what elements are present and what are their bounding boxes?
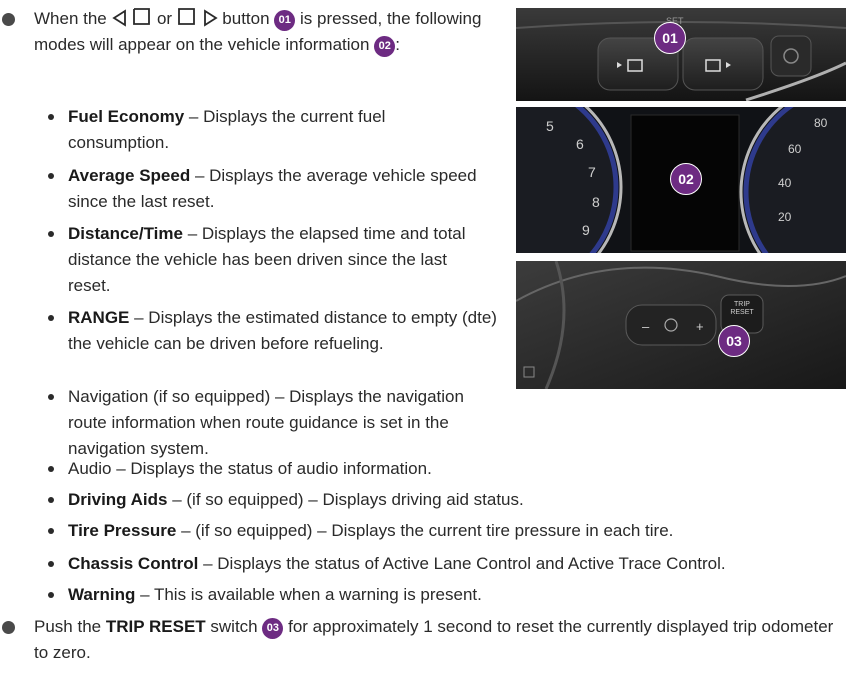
speed-40: 40 [778, 176, 792, 190]
mode-item-audio: Audio – Displays the status of audio inf… [48, 456, 808, 482]
bullet-main-2 [2, 621, 15, 634]
trip-reset-paragraph: Push the TRIP RESET switch 03 for approx… [34, 617, 834, 662]
tach-9: 9 [582, 222, 590, 238]
mode-item-fuel-economy: Fuel Economy – Displays the current fuel… [48, 104, 468, 156]
svg-text:–: – [642, 319, 650, 334]
photo-trip-reset: – + TRIP RESET 03 [516, 261, 846, 389]
tach-8: 8 [592, 194, 600, 210]
display-right-icon [177, 8, 195, 25]
speed-20: 20 [778, 210, 792, 224]
tach-5: 5 [546, 118, 554, 134]
mode-item-distance-time: Distance/Time – Displays the elapsed tim… [48, 221, 488, 299]
mode-item-driving-aids: Driving Aids – (if so equipped) – Displa… [48, 487, 808, 513]
mode-item-tire-pressure: Tire Pressure – (if so equipped) – Displ… [48, 518, 828, 544]
svg-text:+: + [696, 319, 704, 334]
display-left-icon [133, 8, 151, 25]
tach-7: 7 [588, 164, 596, 180]
mode-item-warning: Warning – This is available when a warni… [48, 582, 808, 608]
speed-60: 60 [788, 142, 802, 156]
speed-80: 80 [814, 116, 828, 130]
trip-reset-button-label: TRIP RESET [730, 301, 754, 316]
mode-item-average-speed: Average Speed – Displays the average veh… [48, 163, 478, 215]
photo-instrument-cluster: 5 6 7 8 9 80 60 40 20 02 [516, 107, 846, 253]
intro-paragraph: When the or button 01 is pressed, the fo… [34, 6, 514, 58]
bullet-main-1 [2, 13, 15, 26]
right-arrow-icon [203, 9, 218, 27]
photo-badge-02: 02 [670, 163, 702, 195]
tach-6: 6 [576, 136, 584, 152]
mode-item-navigation: Navigation (if so equipped) – Displays t… [48, 384, 838, 462]
mode-item-chassis-control: Chassis Control – Displays the status of… [48, 551, 838, 577]
callout-badge-02: 02 [374, 36, 396, 57]
callout-badge-01: 01 [274, 10, 296, 31]
mode-item-range: RANGE – Displays the estimated distance … [48, 305, 510, 357]
photo-badge-03: 03 [718, 325, 750, 357]
photo-badge-01: 01 [654, 22, 686, 54]
trip-reset-illustration: – + TRIP RESET [516, 261, 846, 389]
callout-badge-03: 03 [262, 618, 284, 639]
photo-display-buttons: SET 01 [516, 8, 846, 101]
left-arrow-icon [111, 9, 126, 27]
display-buttons-illustration: SET [516, 8, 846, 101]
